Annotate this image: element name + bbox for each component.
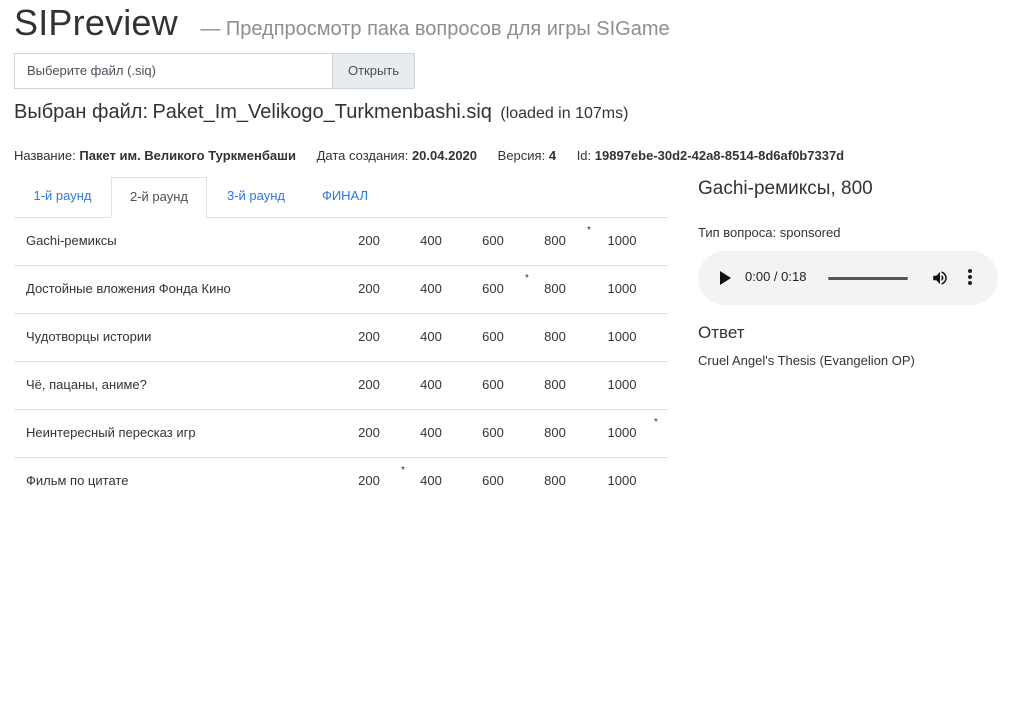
meta-version-value: 4 <box>548 148 557 163</box>
question-price[interactable]: 1000 <box>594 329 650 344</box>
app-title: SIPreview <box>14 2 178 43</box>
question-price[interactable]: 1000 <box>594 473 650 488</box>
tab-round-1[interactable]: 1-й раунд <box>14 177 111 217</box>
meta-name-value: Пакет им. Великого Туркменбаши <box>79 148 296 163</box>
header: SIPreview — Предпросмотр пака вопросов д… <box>14 2 670 44</box>
question-price[interactable]: 800 <box>527 425 583 440</box>
question-price[interactable]: 600 <box>465 473 521 488</box>
theme-name: Чудотворцы истории <box>26 329 152 344</box>
theme-row: Фильм по цитате 200 400 600 800 1000 * <box>14 458 668 505</box>
question-price[interactable]: 800 <box>527 281 583 296</box>
volume-icon[interactable] <box>931 269 949 287</box>
question-price[interactable]: 800 <box>527 233 583 248</box>
audio-player: 0:00 / 0:18 <box>698 251 998 305</box>
question-price[interactable]: 200 <box>341 377 397 392</box>
question-price[interactable]: 800 <box>527 473 583 488</box>
progress-slider[interactable] <box>828 277 908 280</box>
tab-round-3[interactable]: 3-й раунд <box>207 177 305 217</box>
question-title: Gachi-ремиксы, 800 <box>698 178 873 199</box>
question-price[interactable]: 200 <box>341 233 397 248</box>
theme-row: Неинтересный пересказ игр 200 400 600 800 100… <box>14 410 668 458</box>
theme-name: Gachi-ремиксы <box>26 233 117 248</box>
question-price[interactable]: 400 <box>403 281 459 296</box>
answer-heading: Ответ <box>698 323 745 342</box>
question-price[interactable]: 400 <box>403 377 459 392</box>
package-meta: Название: Пакет им. Великого Туркменбаши… <box>14 148 861 163</box>
theme-row: Достойные вложения Фонда Кино 200 400 600 80… <box>14 266 668 314</box>
meta-id-label: Id: <box>576 148 592 163</box>
answer-text: Cruel Angel's Thesis (Evangelion OP) <box>698 353 915 368</box>
question-price[interactable]: 800 <box>527 329 583 344</box>
question-price[interactable]: 600 <box>465 233 521 248</box>
round-table: Gachi-ремиксы 200 400 600 800 1000 * Достойные … <box>14 218 668 505</box>
question-detail: Gachi-ремиксы, 800 Тип вопроса: sponsore… <box>698 178 998 368</box>
question-price[interactable]: 400 <box>403 233 459 248</box>
app-subtitle: — Предпросмотр пака вопросов для игры SI… <box>200 18 670 40</box>
meta-version-label: Версия: <box>497 148 546 163</box>
theme-name: Чё, пацаны, аниме? <box>26 377 147 392</box>
special-question-mark: * <box>654 417 658 428</box>
question-type-value: sponsored <box>779 225 841 240</box>
theme-row: Чудотворцы истории 200 400 600 800 1000 <box>14 314 668 362</box>
theme-name: Неинтересный пересказ игр <box>26 425 196 440</box>
question-price[interactable]: 200 <box>341 329 397 344</box>
question-price[interactable]: 1000 <box>594 377 650 392</box>
special-question-mark: * <box>401 465 405 476</box>
meta-id-value: 19897ebe-30d2-42a8-8514-8d6af0b7337d <box>594 148 845 163</box>
theme-row: Чё, пацаны, аниме? 200 400 600 800 1000 <box>14 362 668 410</box>
special-question-mark: * <box>587 225 591 236</box>
question-price[interactable]: 200 <box>341 425 397 440</box>
question-price[interactable]: 600 <box>465 329 521 344</box>
tab-final[interactable]: ФИНАЛ <box>305 177 385 217</box>
selected-file-name: Paket_Im_Velikogo_Turkmenbashi.siq <box>152 101 492 123</box>
more-vertical-icon[interactable] <box>966 269 974 287</box>
meta-version: Версия: 4 <box>498 148 556 163</box>
question-price[interactable]: 1000 <box>594 281 650 296</box>
meta-id: Id: 19897ebe-30d2-42a8-8514-8d6af0b7337d <box>577 148 844 163</box>
tab-round-2[interactable]: 2-й раунд <box>111 177 207 218</box>
question-price[interactable]: 1000 <box>594 233 650 248</box>
meta-date-value: 20.04.2020 <box>411 148 478 163</box>
open-button[interactable]: Открыть <box>332 53 415 89</box>
question-price[interactable]: 200 <box>341 281 397 296</box>
question-type: Тип вопроса: sponsored <box>698 225 998 240</box>
meta-date: Дата создания: 20.04.2020 <box>317 148 477 163</box>
question-price[interactable]: 800 <box>527 377 583 392</box>
player-time: 0:00 / 0:18 <box>745 269 807 284</box>
question-price[interactable]: 1000 <box>594 425 650 440</box>
selected-file-line: Выбран файл: Paket_Im_Velikogo_Turkmenba… <box>14 101 628 124</box>
theme-name: Достойные вложения Фонда Кино <box>26 281 231 296</box>
selected-file-label: Выбран файл: <box>14 101 148 123</box>
question-price[interactable]: 600 <box>465 281 521 296</box>
meta-name-label: Название: <box>14 148 76 163</box>
question-price[interactable]: 400 <box>403 473 459 488</box>
play-icon[interactable] <box>720 271 731 285</box>
question-price[interactable]: 600 <box>465 377 521 392</box>
theme-row: Gachi-ремиксы 200 400 600 800 1000 * <box>14 218 668 266</box>
question-price[interactable]: 400 <box>403 329 459 344</box>
question-price[interactable]: 600 <box>465 425 521 440</box>
meta-date-label: Дата создания: <box>316 148 409 163</box>
round-tabs: 1-й раунд 2-й раунд 3-й раунд ФИНАЛ <box>14 177 668 218</box>
question-price[interactable]: 200 <box>341 473 397 488</box>
load-time: (loaded in 107ms) <box>500 105 629 122</box>
question-price[interactable]: 400 <box>403 425 459 440</box>
file-input[interactable]: Выберите файл (.siq) <box>14 53 332 89</box>
meta-name: Название: Пакет им. Великого Туркменбаши <box>14 148 296 163</box>
special-question-mark: * <box>525 273 529 284</box>
theme-name: Фильм по цитате <box>26 473 129 488</box>
file-picker: Выберите файл (.siq) Открыть <box>14 53 415 89</box>
question-type-label: Тип вопроса: <box>698 225 777 240</box>
